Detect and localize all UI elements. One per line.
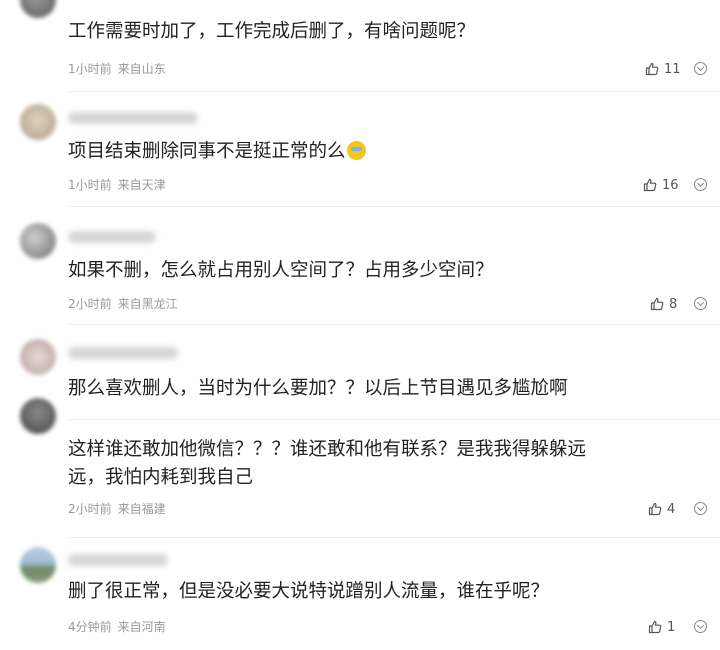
comment-time: 1小时前: [68, 62, 112, 76]
comment-item: 项目结束删除同事不是挺正常的么 1小时前 来自天津 16: [0, 92, 720, 207]
like-count: 16: [662, 177, 679, 193]
comment-location: 来自天津: [117, 178, 166, 192]
comment-text: 删了很正常，但是没必要大说特说蹭别人流量，谁在乎呢？: [68, 581, 550, 602]
like-count: 4: [667, 501, 676, 517]
like-button[interactable]: 8: [650, 296, 677, 312]
thumbs-up-icon: [648, 620, 662, 634]
comment-location: 来自福建: [117, 502, 166, 516]
like-button[interactable]: 16: [643, 177, 679, 193]
comment-text: 如果不删，怎么就占用别人空间了？占用多少空间？: [68, 260, 494, 281]
comment-meta: 2小时前 来自福建: [68, 502, 166, 516]
more-icon[interactable]: [694, 502, 707, 515]
like-button[interactable]: 11: [645, 61, 681, 77]
like-count: 8: [669, 296, 678, 312]
comment-meta: 2小时前 来自黑龙江: [68, 297, 178, 311]
comment-time: 1小时前: [68, 178, 112, 192]
comment-feed: 工作需要时加了，工作完成后删了，有啥问题呢？ 1小时前 来自山东 11 项目结束删…: [0, 0, 720, 650]
comment-item: 这样谁还敢加他微信？？？谁还敢和他有联系？是我我得躲躲远远，我怕内耗到我自己 2…: [0, 398, 720, 538]
avatar[interactable]: [20, 339, 56, 375]
more-icon[interactable]: [694, 62, 707, 75]
comment-location: 来自山东: [117, 62, 166, 76]
like-button[interactable]: 4: [648, 501, 675, 517]
comment-meta: 4分钟前 来自河南: [68, 620, 166, 634]
like-count: 11: [664, 61, 681, 77]
thumbs-up-icon: [648, 502, 662, 516]
avatar[interactable]: [20, 104, 56, 140]
avatar[interactable]: [20, 547, 56, 583]
comment-text: 这样谁还敢加他微信？？？谁还敢和他有联系？是我我得躲躲远远，我怕内耗到我自己: [68, 439, 587, 488]
username[interactable]: [68, 112, 198, 124]
more-icon[interactable]: [694, 297, 707, 310]
comment-time: 2小时前: [68, 502, 112, 516]
comment-item: 工作需要时加了，工作完成后删了，有啥问题呢？ 1小时前 来自山东 11: [0, 0, 720, 92]
comment-location: 来自河南: [117, 620, 166, 634]
username[interactable]: [68, 554, 168, 566]
thumbs-up-icon: [650, 297, 664, 311]
comment-text: 工作需要时加了，工作完成后删了，有啥问题呢？: [68, 21, 476, 42]
comment-time: 2小时前: [68, 297, 112, 311]
more-icon[interactable]: [694, 620, 707, 633]
more-icon[interactable]: [694, 178, 707, 191]
avatar[interactable]: [20, 223, 56, 259]
comment-item: 那么喜欢删人，当时为什么要加？？以后上节目遇见多尴尬啊: [0, 325, 720, 420]
like-count: 1: [667, 619, 676, 635]
crying-laughing-emoji-icon: [346, 141, 366, 160]
comment-time: 4分钟前: [68, 620, 112, 634]
comment-text: 那么喜欢删人，当时为什么要加？？以后上节目遇见多尴尬啊: [68, 378, 568, 399]
avatar[interactable]: [20, 0, 56, 18]
like-button[interactable]: 1: [648, 619, 675, 635]
comment-location: 来自黑龙江: [117, 297, 178, 311]
comment-meta: 1小时前 来自天津: [68, 178, 166, 192]
comment-text-content: 项目结束删除同事不是挺正常的么: [68, 141, 346, 162]
username[interactable]: [68, 347, 178, 359]
comment-item: 删了很正常，但是没必要大说特说蹭别人流量，谁在乎呢？ 4分钟前 来自河南 1: [0, 538, 720, 650]
comment-item: 如果不删，怎么就占用别人空间了？占用多少空间？ 2小时前 来自黑龙江 8: [0, 207, 720, 325]
thumbs-up-icon: [643, 178, 657, 192]
username[interactable]: [68, 231, 156, 243]
comment-text: 项目结束删除同事不是挺正常的么: [68, 138, 620, 166]
thumbs-up-icon: [645, 62, 659, 76]
avatar[interactable]: [20, 398, 56, 434]
comment-meta: 1小时前 来自山东: [68, 62, 166, 76]
